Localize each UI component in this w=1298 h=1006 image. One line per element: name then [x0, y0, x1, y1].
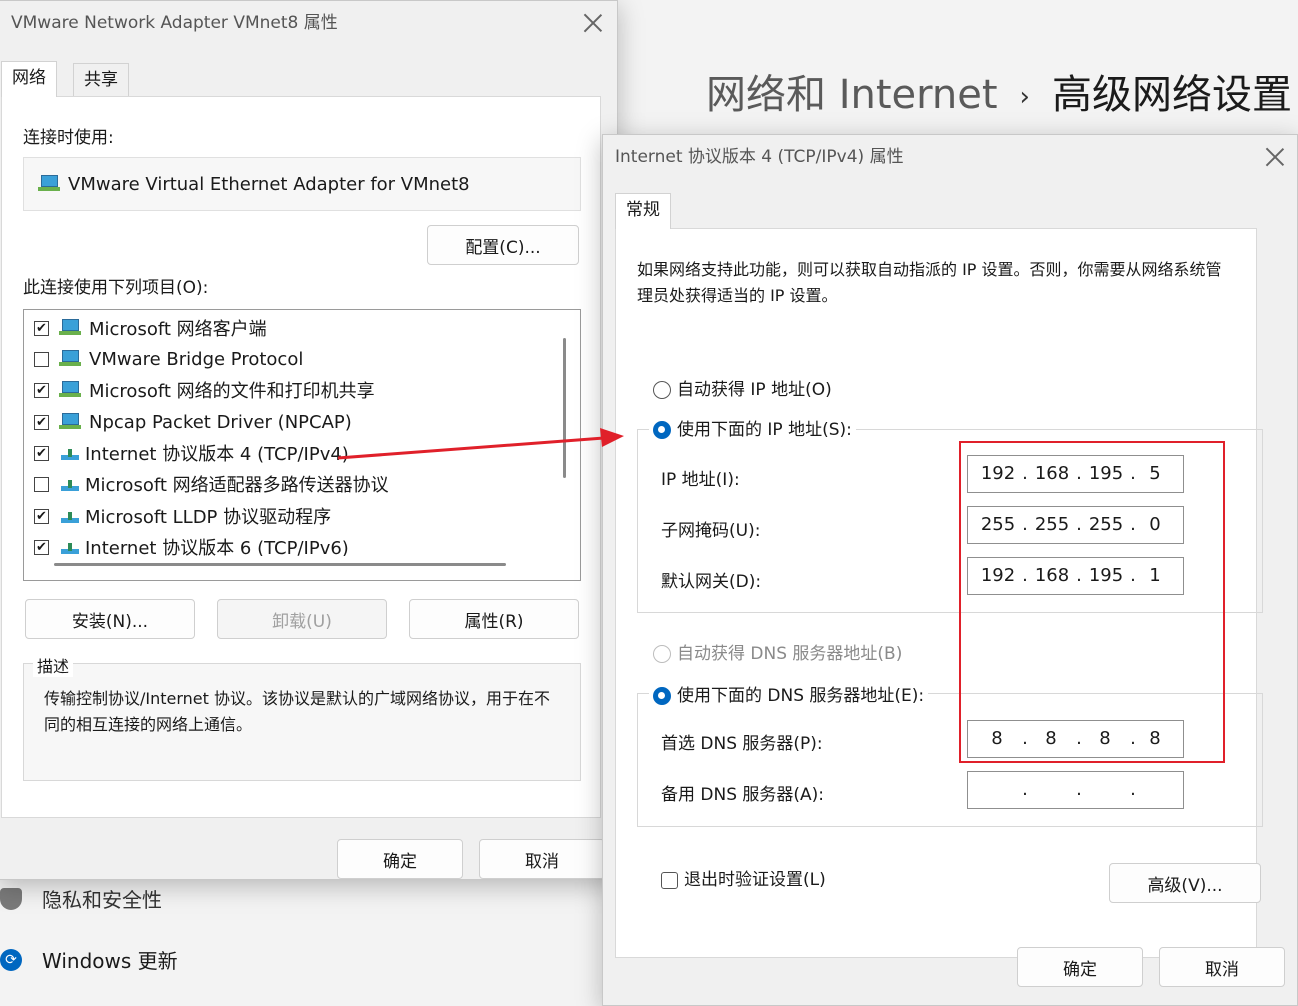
annotation-arrow-icon: [337, 428, 624, 460]
tab-network[interactable]: 网络: [1, 61, 57, 97]
tab-general[interactable]: 常规: [615, 193, 671, 229]
